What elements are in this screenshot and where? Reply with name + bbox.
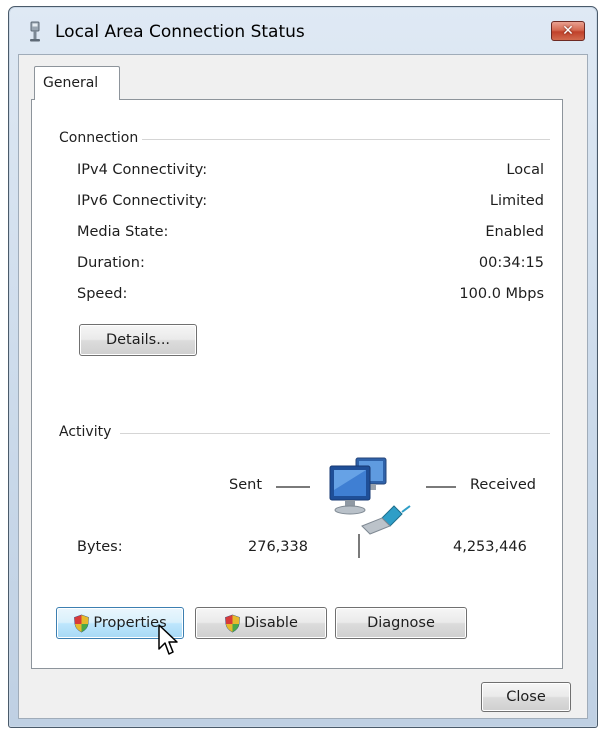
tab-general[interactable]: General [34, 66, 120, 100]
window-title: Local Area Connection Status [55, 22, 305, 42]
properties-button-label: Properties [93, 615, 167, 631]
uac-shield-icon [225, 614, 241, 632]
sent-connector [276, 486, 310, 488]
media-state-value: Enabled [485, 224, 544, 240]
bytes-sent-value: 276,338 [248, 539, 308, 555]
bytes-label: Bytes: [77, 539, 123, 555]
uac-shield-icon [74, 614, 90, 632]
disable-button[interactable]: Disable [195, 607, 327, 639]
mouse-pointer-icon [158, 624, 178, 655]
close-button[interactable]: Close [481, 682, 571, 712]
bytes-received-value: 4,253,446 [453, 539, 527, 555]
bytes-separator [358, 534, 360, 558]
tab-general-label: General [43, 75, 99, 91]
diagnose-button-label: Diagnose [367, 615, 435, 631]
ipv4-label: IPv4 Connectivity: [77, 162, 208, 178]
network-computers-icon [329, 457, 411, 535]
dialog-body: General Connection IPv4 Connectivity: Lo… [18, 54, 588, 719]
speed-label: Speed: [77, 286, 128, 302]
close-window-button[interactable]: ✕ [551, 21, 585, 41]
duration-value: 00:34:15 [478, 255, 544, 271]
connection-divider [132, 139, 550, 140]
general-tab-panel: Connection IPv4 Connectivity: Local IPv6… [31, 99, 563, 669]
sent-label: Sent [229, 477, 263, 493]
received-label: Received [470, 477, 536, 493]
ipv6-label: IPv6 Connectivity: [77, 193, 208, 209]
title-bar[interactable]: Local Area Connection Status ✕ [9, 7, 597, 53]
details-button-label: Details... [105, 332, 171, 348]
status-dialog: Local Area Connection Status ✕ General C… [8, 6, 598, 728]
network-adapter-icon [30, 21, 40, 42]
diagnose-button[interactable]: Diagnose [335, 607, 467, 639]
received-connector [426, 486, 456, 488]
ipv6-value: Limited [489, 193, 544, 209]
duration-label: Duration: [77, 255, 145, 271]
connection-heading: Connection [59, 130, 143, 146]
media-state-label: Media State: [77, 224, 169, 240]
activity-heading: Activity [59, 424, 116, 440]
close-button-label: Close [506, 689, 546, 705]
speed-value: 100.0 Mbps [459, 286, 544, 302]
ipv4-value: Local [506, 162, 544, 178]
activity-divider [120, 433, 550, 434]
close-icon: ✕ [562, 23, 574, 39]
disable-button-label: Disable [244, 615, 298, 631]
details-button[interactable]: Details... [79, 324, 197, 356]
